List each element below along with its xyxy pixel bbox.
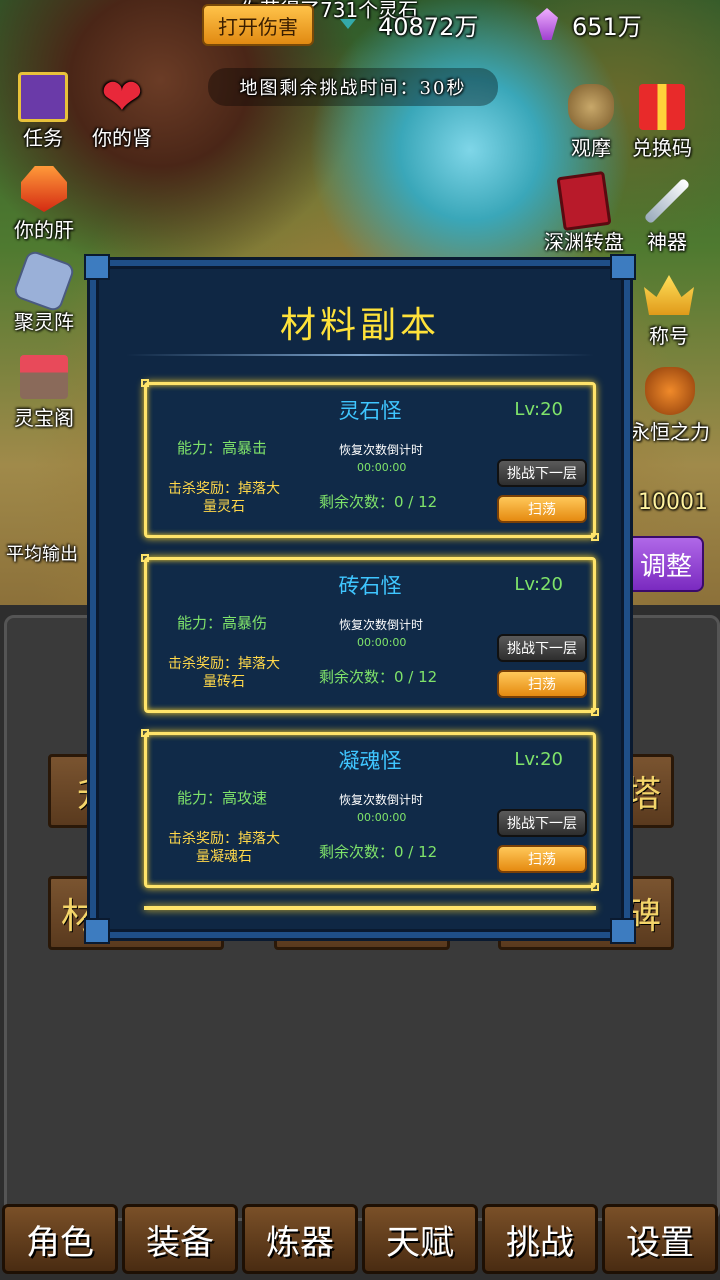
dungeon-card: 凝魂怪 Lv:20 能力：高攻速 恢复次数倒计时 00:00:00 击杀奖励：掉…: [141, 729, 599, 891]
menu-observe[interactable]: 观摩: [566, 82, 616, 161]
menu-title[interactable]: 称号: [644, 270, 694, 349]
menu-eternal-power-label: 永恒之力: [630, 420, 710, 444]
next-card-edge: [144, 906, 596, 910]
modal-corner: [84, 918, 110, 944]
monster-ability: 能力：高暴伤: [177, 614, 268, 632]
menu-redeem-code-label: 兑换码: [632, 136, 692, 160]
modal-title: 材料副本: [279, 305, 440, 346]
map-time-remaining: 地图剩余挑战时间：30秒: [208, 68, 498, 106]
heart-icon: ❤: [101, 68, 143, 126]
crystal-counter: 651万: [536, 4, 706, 44]
kill-reward: 击杀奖励：掉落大 量凝魂石: [161, 830, 287, 866]
menu-quest[interactable]: 任务: [18, 72, 68, 151]
nav-challenge[interactable]: 挑战: [482, 1204, 598, 1274]
menu-redeem-code[interactable]: 兑换码: [632, 82, 692, 161]
monster-level: Lv:20: [514, 749, 563, 770]
modal-corner: [84, 254, 110, 280]
crystal-value: 651万: [572, 12, 642, 41]
stat-value: 10001: [638, 490, 708, 515]
gift-box-icon: [637, 82, 687, 132]
sweep-button[interactable]: 扫荡: [497, 845, 587, 873]
red-gem-icon: [19, 164, 69, 214]
bottom-nav: 角色 装备 炼器 天赋 挑战 设置: [0, 1204, 720, 1280]
menu-treasure-pavilion[interactable]: 灵宝阁: [14, 352, 74, 431]
sword-icon: [642, 176, 692, 226]
title-divider: [126, 354, 594, 356]
remaining-attempts: 剩余次数：0 / 12: [319, 668, 438, 686]
menu-observe-label: 观摩: [571, 136, 611, 160]
monster-level: Lv:20: [514, 399, 563, 420]
material-dungeon-modal: 材料副本 灵石怪 Lv:20 能力：高暴击 恢复次数倒计时 00:00:00 击…: [84, 254, 636, 944]
skull-card-icon: [556, 170, 612, 232]
cooldown-label: 恢复次数倒计时: [339, 793, 424, 807]
gold-icon: [340, 19, 356, 29]
menu-spirit-array[interactable]: 聚灵阵: [11, 248, 77, 335]
menu-abyss-wheel[interactable]: 深渊转盘: [544, 170, 624, 255]
challenge-next-button[interactable]: 挑战下一层: [497, 634, 587, 662]
remaining-attempts: 剩余次数：0 / 12: [319, 843, 438, 861]
menu-quest-label: 任务: [23, 126, 63, 150]
cooldown-time: 00:00:00: [357, 811, 407, 824]
gold-counter: 40872万: [340, 4, 520, 44]
demon-skull-icon: [645, 366, 695, 416]
menu-spirit-array-label: 聚灵阵: [14, 310, 74, 334]
dungeon-card: 砖石怪 Lv:20 能力：高暴伤 恢复次数倒计时 00:00:00 击杀奖励：掉…: [141, 554, 599, 716]
cooldown-time: 00:00:00: [357, 461, 407, 474]
gold-value: 40872万: [378, 12, 479, 41]
nav-talent[interactable]: 天赋: [362, 1204, 478, 1274]
menu-liver[interactable]: 你的肝: [14, 164, 74, 243]
kill-reward: 击杀奖励：掉落大 量灵石: [161, 480, 287, 516]
nav-equipment[interactable]: 装备: [122, 1204, 238, 1274]
reward-line: 量灵石: [203, 499, 245, 515]
reward-line: 击杀奖励：掉落大: [168, 481, 280, 497]
monster-ability: 能力：高暴击: [177, 439, 268, 457]
modal-corner: [610, 254, 636, 280]
menu-kidney-label: 你的肾: [92, 126, 152, 150]
reward-line: 量砖石: [203, 674, 245, 690]
avg-output-label: 平均输出: [6, 544, 78, 565]
menu-abyss-wheel-label: 深渊转盘: [544, 230, 624, 254]
nav-character[interactable]: 角色: [2, 1204, 118, 1274]
crown-icon: [644, 270, 694, 320]
spirit-rune-icon: [11, 248, 77, 314]
shop-icon: [19, 352, 69, 402]
dungeon-card: 灵石怪 Lv:20 能力：高暴击 恢复次数倒计时 00:00:00 击杀奖励：掉…: [141, 379, 599, 541]
modal-corner: [610, 918, 636, 944]
menu-liver-label: 你的肝: [14, 218, 74, 242]
card-corner: [591, 708, 599, 716]
cooldown-label: 恢复次数倒计时: [339, 443, 424, 457]
menu-artifact[interactable]: 神器: [642, 176, 692, 255]
treasure-bag-icon: [566, 82, 616, 132]
menu-artifact-label: 神器: [647, 230, 687, 254]
sweep-button[interactable]: 扫荡: [497, 495, 587, 523]
nav-refining[interactable]: 炼器: [242, 1204, 358, 1274]
monster-level: Lv:20: [514, 574, 563, 595]
card-corner: [141, 729, 149, 737]
open-damage-button[interactable]: 打开伤害: [202, 4, 314, 46]
quest-book-icon: [18, 72, 68, 122]
remaining-attempts: 剩余次数：0 / 12: [319, 493, 438, 511]
menu-eternal-power[interactable]: 永恒之力: [630, 366, 710, 445]
cooldown-label: 恢复次数倒计时: [339, 618, 424, 632]
kill-reward: 击杀奖励：掉落大 量砖石: [161, 655, 287, 691]
challenge-next-button[interactable]: 挑战下一层: [497, 459, 587, 487]
cooldown-time: 00:00:00: [357, 636, 407, 649]
reward-line: 击杀奖励：掉落大: [168, 656, 280, 672]
crystal-icon: [536, 8, 558, 40]
reward-line: 量凝魂石: [196, 849, 252, 865]
card-corner: [591, 533, 599, 541]
menu-kidney[interactable]: ❤ 你的肾: [92, 68, 152, 151]
card-corner: [141, 379, 149, 387]
nav-settings[interactable]: 设置: [602, 1204, 718, 1274]
card-corner: [591, 883, 599, 891]
sweep-button[interactable]: 扫荡: [497, 670, 587, 698]
menu-treasure-pavilion-label: 灵宝阁: [14, 406, 74, 430]
card-corner: [141, 554, 149, 562]
monster-ability: 能力：高攻速: [177, 789, 268, 807]
reward-line: 击杀奖励：掉落大: [168, 831, 280, 847]
menu-title-label: 称号: [649, 324, 689, 348]
challenge-next-button[interactable]: 挑战下一层: [497, 809, 587, 837]
